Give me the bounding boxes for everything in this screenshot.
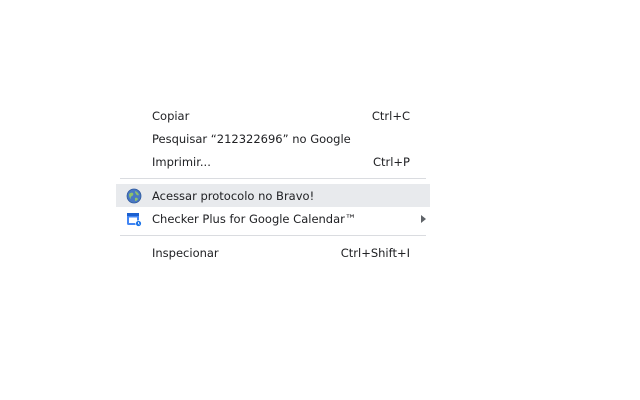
menu-item-shortcut: Ctrl+Shift+I [340, 245, 410, 260]
submenu-arrow-icon [421, 215, 426, 223]
menu-item-checker-plus[interactable]: Checker Plus for Google Calendar™ [116, 207, 430, 230]
menu-separator [120, 178, 426, 179]
menu-item-label: Acessar protocolo no Bravo! [152, 188, 315, 203]
calendar-icon [127, 213, 142, 227]
menu-item-search-google[interactable]: Pesquisar “212322696” no Google [116, 127, 430, 150]
menu-item-label: Checker Plus for Google Calendar™ [152, 211, 357, 226]
globe-icon [126, 188, 142, 204]
menu-item-shortcut: Ctrl+C [371, 108, 410, 123]
menu-separator [120, 235, 426, 236]
menu-item-inspect[interactable]: Inspecionar Ctrl+Shift+I [116, 241, 430, 264]
menu-item-bravo-protocol[interactable]: Acessar protocolo no Bravo! [116, 184, 430, 207]
menu-item-copy[interactable]: Copiar Ctrl+C [116, 104, 430, 127]
context-menu: Copiar Ctrl+C Pesquisar “212322696” no G… [116, 104, 430, 264]
menu-item-label: Pesquisar “212322696” no Google [152, 131, 351, 146]
menu-item-label: Copiar [152, 108, 190, 123]
menu-item-shortcut: Ctrl+P [372, 154, 410, 169]
menu-item-label: Imprimir... [152, 154, 211, 169]
menu-item-print[interactable]: Imprimir... Ctrl+P [116, 150, 430, 173]
menu-item-label: Inspecionar [152, 245, 219, 260]
